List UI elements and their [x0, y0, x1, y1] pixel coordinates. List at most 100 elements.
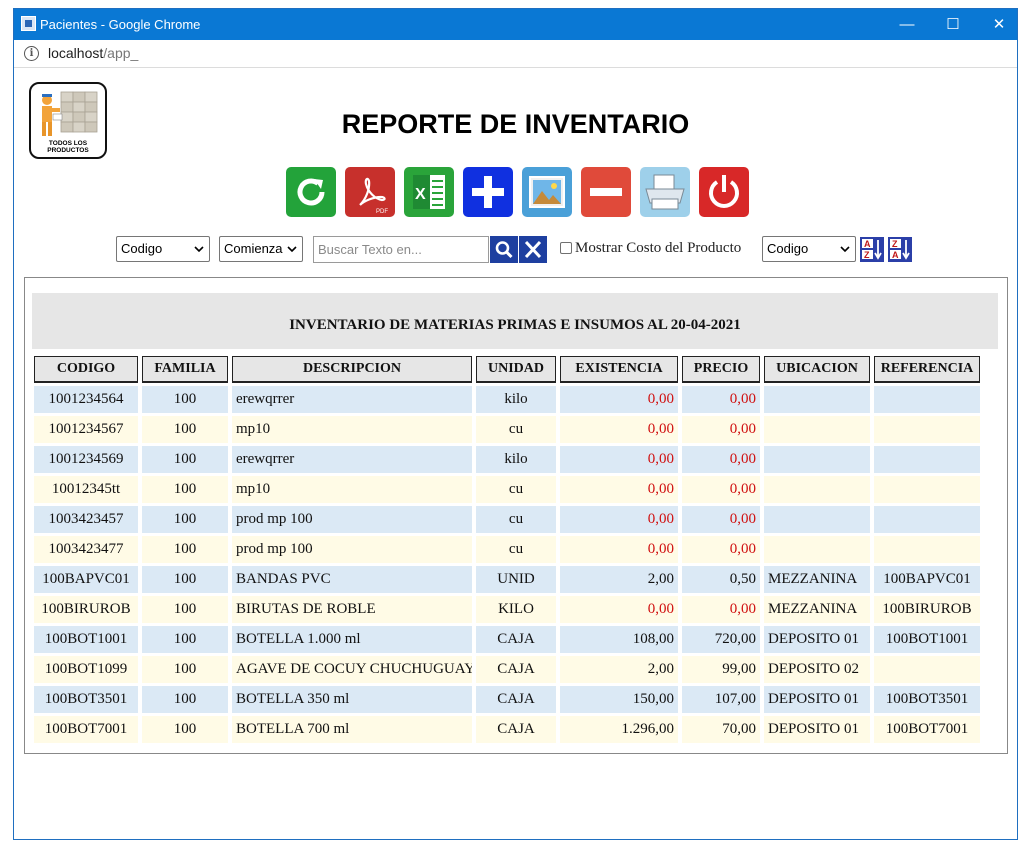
cell-familia: 100 — [142, 596, 228, 623]
cell-precio: 720,00 — [682, 626, 760, 653]
cell-codigo: 100BOT1001 — [34, 626, 138, 653]
table-row[interactable]: 1001234569 100 erewqrrer kilo 0,00 0,00 — [34, 446, 980, 473]
table-row[interactable]: 100BOT3501 100 BOTELLA 350 ml CAJA 150,00 107… — [34, 686, 980, 713]
search-button[interactable] — [490, 236, 518, 263]
cell-existencia: 150,00 — [560, 686, 678, 713]
cell-descripcion: prod mp 100 — [232, 506, 472, 533]
cell-ubicacion — [764, 446, 870, 473]
column-header-descripcion[interactable]: DESCRIPCION — [232, 356, 472, 383]
chevron-down-icon — [287, 246, 297, 253]
table-row[interactable]: 100BOT7001 100 BOTELLA 700 ml CAJA 1.296,00 7… — [34, 716, 980, 743]
cell-referencia: 100BOT3501 — [874, 686, 980, 713]
plus-icon — [472, 176, 504, 208]
column-header-familia[interactable]: FAMILIA — [142, 356, 228, 383]
column-header-ubicacion[interactable]: UBICACION — [764, 356, 870, 383]
match-select-value: Comienza — [224, 241, 283, 256]
table-row[interactable]: 1003423477 100 prod mp 100 cu 0,00 0,00 — [34, 536, 980, 563]
refresh-button[interactable] — [286, 167, 336, 217]
cell-referencia: 100BIRUROB — [874, 596, 980, 623]
sort-ascending-button[interactable]: A Z — [859, 236, 885, 263]
sort-field-select[interactable]: Codigo — [762, 236, 856, 262]
cell-codigo: 10012345tt — [34, 476, 138, 503]
cell-codigo: 1001234569 — [34, 446, 138, 473]
remove-button[interactable] — [581, 167, 631, 217]
cell-codigo: 100BOT1099 — [34, 656, 138, 683]
column-header-unidad[interactable]: UNIDAD — [476, 356, 556, 383]
cell-descripcion: BOTELLA 700 ml — [232, 716, 472, 743]
cell-unidad: cu — [476, 476, 556, 503]
cell-existencia: 108,00 — [560, 626, 678, 653]
match-select[interactable]: Comienza — [219, 236, 303, 262]
cell-existencia: 2,00 — [560, 656, 678, 683]
field-select[interactable]: Codigo — [116, 236, 210, 262]
cell-existencia: 0,00 — [560, 446, 678, 473]
cell-precio: 0,00 — [682, 416, 760, 443]
column-header-referencia[interactable]: REFERENCIA — [874, 356, 980, 383]
inventory-table: CODIGO FAMILIA DESCRIPCION UNIDAD EXISTE… — [30, 353, 984, 746]
cell-codigo: 1001234564 — [34, 386, 138, 413]
cell-referencia — [874, 446, 980, 473]
clear-search-button[interactable] — [519, 236, 547, 263]
cell-ubicacion: DEPOSITO 01 — [764, 686, 870, 713]
cell-precio: 0,00 — [682, 476, 760, 503]
address-bar[interactable]: i localhost/app_ — [14, 40, 1017, 68]
sort-descending-button[interactable]: Z A — [887, 236, 913, 263]
cell-descripcion: mp10 — [232, 416, 472, 443]
pdf-button[interactable]: PDF — [345, 167, 395, 217]
cell-referencia — [874, 536, 980, 563]
cell-precio: 0,00 — [682, 506, 760, 533]
add-button[interactable] — [463, 167, 513, 217]
search-input[interactable]: Buscar Texto en... — [313, 236, 489, 263]
excel-button[interactable]: X — [404, 167, 454, 217]
cell-codigo: 1003423477 — [34, 536, 138, 563]
column-header-precio[interactable]: PRECIO — [682, 356, 760, 383]
minus-icon — [590, 188, 622, 196]
cell-ubicacion — [764, 386, 870, 413]
cell-familia: 100 — [142, 536, 228, 563]
table-row[interactable]: 10012345tt 100 mp10 cu 0,00 0,00 — [34, 476, 980, 503]
cell-unidad: cu — [476, 536, 556, 563]
cell-precio: 107,00 — [682, 686, 760, 713]
info-icon[interactable]: i — [24, 46, 39, 61]
cell-precio: 99,00 — [682, 656, 760, 683]
logo-text: TODOS LOS PRODUCTOS — [47, 140, 89, 154]
column-header-codigo[interactable]: CODIGO — [34, 356, 138, 383]
cell-precio: 0,00 — [682, 536, 760, 563]
cell-descripcion: BOTELLA 350 ml — [232, 686, 472, 713]
table-row[interactable]: 1001234564 100 erewqrrer kilo 0,00 0,00 — [34, 386, 980, 413]
report-heading: INVENTARIO DE MATERIAS PRIMAS E INSUMOS … — [289, 317, 741, 333]
url-text[interactable]: localhost/app_ — [48, 45, 138, 61]
image-button[interactable] — [522, 167, 572, 217]
cell-existencia: 0,00 — [560, 536, 678, 563]
cell-referencia — [874, 506, 980, 533]
minimize-button[interactable]: — — [884, 9, 930, 40]
cell-referencia — [874, 416, 980, 443]
svg-text:Z: Z — [864, 250, 870, 260]
table-row[interactable]: 100BIRUROB 100 BIRUTAS DE ROBLE KILO 0,00 0,0… — [34, 596, 980, 623]
table-row[interactable]: 100BOT1001 100 BOTELLA 1.000 ml CAJA 108,00 7… — [34, 626, 980, 653]
print-button[interactable] — [640, 167, 690, 217]
cell-existencia: 0,00 — [560, 476, 678, 503]
exit-button[interactable] — [699, 167, 749, 217]
close-button[interactable]: ✕ — [976, 9, 1022, 40]
cell-precio: 70,00 — [682, 716, 760, 743]
page-title: REPORTE DE INVENTARIO — [341, 109, 690, 139]
window-title: Pacientes - Google Chrome — [40, 17, 201, 32]
image-icon — [529, 176, 565, 208]
table-row[interactable]: 1003423457 100 prod mp 100 cu 0,00 0,00 — [34, 506, 980, 533]
column-header-existencia[interactable]: EXISTENCIA — [560, 356, 678, 383]
table-row[interactable]: 100BOT1099 100 AGAVE DE COCUY CHUCHUGUAYA C… — [34, 656, 980, 683]
cell-unidad: CAJA — [476, 626, 556, 653]
cell-familia: 100 — [142, 416, 228, 443]
maximize-button[interactable]: ☐ — [930, 9, 976, 40]
cell-descripcion: AGAVE DE COCUY CHUCHUGUAYA — [232, 656, 472, 683]
table-row[interactable]: 1001234567 100 mp10 cu 0,00 0,00 — [34, 416, 980, 443]
cell-unidad: cu — [476, 416, 556, 443]
cell-codigo: 100BOT7001 — [34, 716, 138, 743]
table-row[interactable]: 100BAPVC01 100 BANDAS PVC UNID 2,00 0,50 MEZZA… — [34, 566, 980, 593]
show-cost-checkbox[interactable] — [560, 242, 572, 254]
cell-ubicacion: MEZZANINA — [764, 566, 870, 593]
cell-codigo: 100BIRUROB — [34, 596, 138, 623]
field-select-value: Codigo — [121, 241, 163, 256]
svg-text:PDF: PDF — [376, 209, 388, 215]
